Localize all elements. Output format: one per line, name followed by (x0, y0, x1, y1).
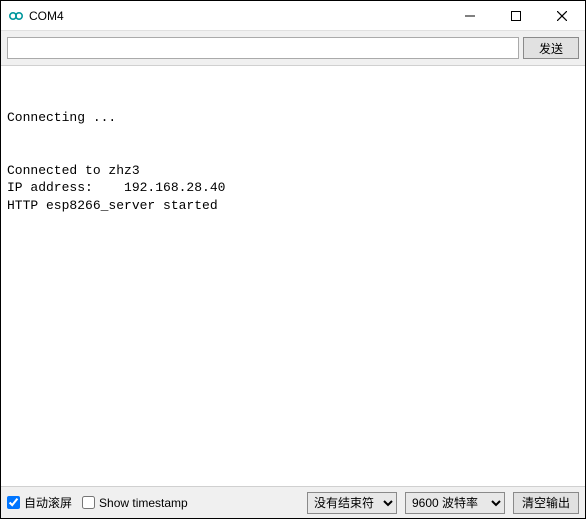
line-ending-select[interactable]: 没有结束符 (307, 492, 397, 514)
titlebar: COM4 (1, 1, 585, 31)
statusbar-left: 自动滚屏 Show timestamp (7, 494, 299, 511)
window-title: COM4 (29, 9, 447, 23)
timestamp-label: Show timestamp (99, 496, 188, 510)
serial-output[interactable]: Connecting ... Connected to zhz3 IP addr… (1, 66, 585, 486)
arduino-icon (9, 9, 23, 23)
statusbar: 自动滚屏 Show timestamp 没有结束符 9600 波特率 清空输出 (1, 486, 585, 518)
autoscroll-checkbox[interactable] (7, 496, 20, 509)
timestamp-checkbox[interactable] (82, 496, 95, 509)
send-toolbar: 发送 (1, 31, 585, 66)
autoscroll-option[interactable]: 自动滚屏 (7, 494, 72, 511)
close-button[interactable] (539, 1, 585, 31)
serial-input[interactable] (7, 37, 519, 59)
serial-monitor-window: COM4 发送 Connecting ... Connected to zhz3… (0, 0, 586, 519)
send-button[interactable]: 发送 (523, 37, 579, 59)
autoscroll-label: 自动滚屏 (24, 494, 72, 511)
clear-output-button[interactable]: 清空输出 (513, 492, 579, 514)
maximize-button[interactable] (493, 1, 539, 31)
minimize-button[interactable] (447, 1, 493, 31)
window-controls (447, 1, 585, 30)
timestamp-option[interactable]: Show timestamp (82, 496, 188, 510)
baud-rate-select[interactable]: 9600 波特率 (405, 492, 505, 514)
